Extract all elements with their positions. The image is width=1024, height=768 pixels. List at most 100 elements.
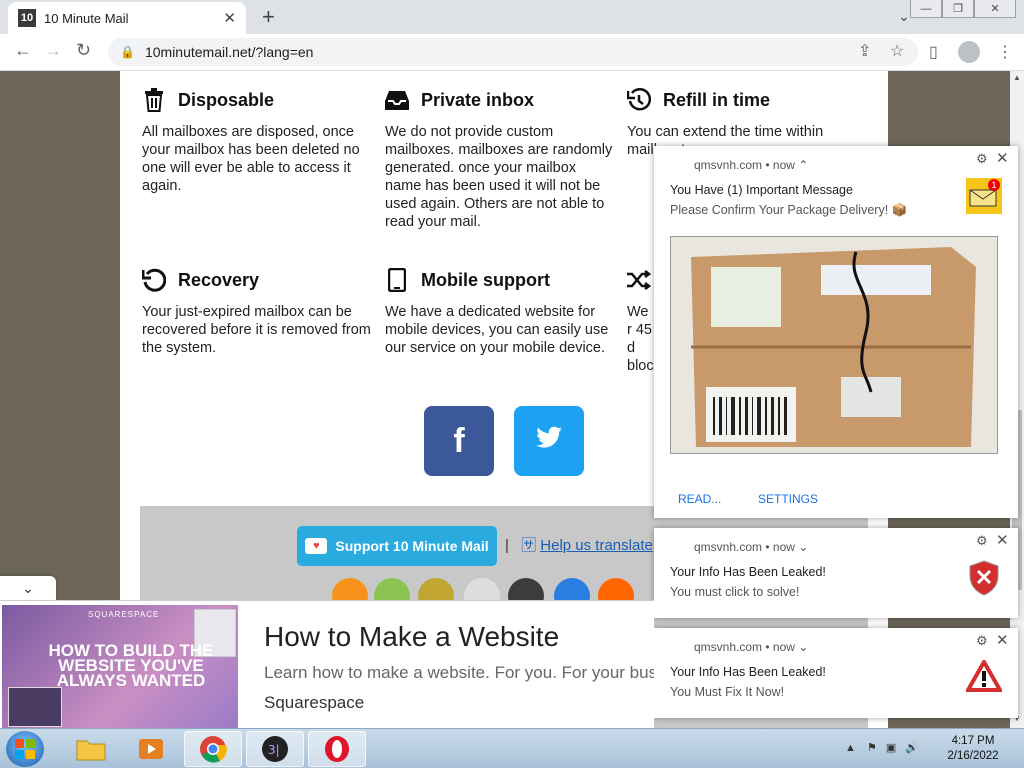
feature-text: All mailboxes are disposed, once your ma… — [142, 124, 360, 194]
warning-triangle-icon — [964, 657, 1004, 697]
notification-title: Your Info Has Been Leaked! — [670, 565, 826, 579]
help-translate-link[interactable]: Help us translate — [540, 537, 653, 554]
ad-image[interactable]: SQUARESPACE HOW TO BUILD THE WEBSITE YOU… — [2, 605, 238, 729]
windows-logo-icon — [15, 739, 35, 759]
ad-brand-logo: SQUARESPACE — [88, 610, 160, 619]
shuffle-icon — [627, 268, 651, 292]
window-controls: — ❐ ✕ — [910, 0, 1016, 18]
notification-settings-button[interactable]: SETTINGS — [758, 492, 818, 506]
package-photo — [670, 236, 998, 454]
feature-text: We r 45 d block — [627, 304, 661, 374]
notification-body: You Must Fix It Now! — [670, 685, 785, 699]
chrome-icon[interactable] — [184, 731, 242, 767]
network-icon[interactable]: ▣ — [886, 742, 896, 754]
ad-title[interactable]: How to Make a Website — [264, 621, 559, 653]
notification-source: qmsvnh.com • now ⌃ — [694, 158, 809, 172]
clock-time: 4:17 PM — [951, 735, 995, 747]
menu-kebab-icon[interactable]: ⋮ — [997, 42, 1013, 62]
address-bar[interactable]: 🔒 10minutemail.net/?lang=en — [108, 38, 918, 66]
windows-taskbar: 3| ▲ ⚑ ▣ 🔊 4:17 PM 2/16/2022 — [0, 728, 1024, 768]
tab-10-minute-mail[interactable]: 10 10 Minute Mail ✕ — [8, 2, 246, 34]
site-favicon: 10 — [18, 9, 36, 27]
notification-body: Please Confirm Your Package Delivery! 📦 — [670, 203, 908, 217]
tab-bar: 10 10 Minute Mail ✕ + ⌄ — ❐ ✕ — [0, 0, 1024, 34]
clock-date: 2/16/2022 — [947, 750, 999, 762]
app-shield-icon[interactable]: 3| — [246, 731, 304, 767]
system-tray: ▲ ⚑ ▣ 🔊 — [845, 741, 919, 754]
notification-title: Your Info Has Been Leaked! — [670, 665, 826, 679]
mail-envelope-icon: 1 — [966, 178, 1002, 214]
translate-icon: 🈂 — [521, 537, 537, 554]
feature-title: Refill in time — [663, 89, 771, 110]
mobile-icon — [385, 268, 409, 292]
share-icon[interactable]: ⇪ — [858, 41, 871, 61]
bookmark-star-icon[interactable]: ☆ — [890, 41, 904, 61]
back-arrow-icon[interactable]: ← — [14, 40, 32, 61]
feature-title: Private inbox — [421, 89, 535, 110]
ad-collapse-chevron-icon[interactable]: ⌄ — [0, 576, 56, 600]
tab-title: 10 Minute Mail — [44, 10, 129, 26]
media-player-icon[interactable] — [122, 731, 180, 767]
feature-title: Mobile support — [421, 269, 550, 290]
opera-icon[interactable] — [308, 731, 366, 767]
restore-button[interactable]: ❐ — [942, 0, 974, 18]
notification-title: You Have (1) Important Message — [670, 183, 853, 197]
new-tab-icon[interactable]: + — [262, 4, 275, 30]
side-panel-icon[interactable]: ▯ — [929, 42, 938, 62]
file-explorer-icon[interactable] — [62, 731, 120, 767]
twitter-bird-icon — [535, 424, 563, 458]
notification-body: You must click to solve! — [670, 585, 800, 599]
red-shield-x-icon — [968, 560, 1000, 601]
tab-close-icon[interactable]: ✕ — [223, 9, 236, 27]
twitter-share-button[interactable] — [514, 406, 584, 476]
inbox-icon — [385, 88, 409, 112]
notification-info-leaked[interactable]: qmsvnh.com • now ⌄ ⚙ ✕ Your Info Has Bee… — [654, 528, 1018, 618]
action-center-flag-icon[interactable]: ⚑ — [867, 742, 877, 754]
ad-advertiser: Squarespace — [264, 693, 365, 712]
profile-avatar[interactable] — [958, 41, 980, 63]
taskbar-clock[interactable]: 4:17 PM 2/16/2022 — [942, 734, 1004, 764]
window-close-button[interactable]: ✕ — [974, 0, 1016, 18]
facebook-share-button[interactable]: f — [424, 406, 494, 476]
support-button[interactable]: ♥ Support 10 Minute Mail — [297, 526, 497, 566]
notification-close-icon[interactable]: ✕ — [996, 531, 1009, 549]
ad-image-headline: HOW TO BUILD THE WEBSITE YOU'VE ALWAYS W… — [48, 641, 214, 690]
feature-disposable: Disposable All mailboxes are disposed, o… — [142, 86, 372, 195]
lock-icon[interactable]: 🔒 — [120, 45, 135, 59]
undo-icon — [142, 268, 166, 292]
feature-text: Your just-expired mailbox can be recover… — [142, 304, 371, 356]
browser-toolbar: ← → ↻ 🔒 10minutemail.net/?lang=en ⇪ ☆ ▯ … — [0, 34, 1024, 71]
notification-source: qmsvnh.com • now ⌄ — [694, 540, 809, 554]
notification-badge: 1 — [988, 179, 1000, 191]
notification-fix-now[interactable]: qmsvnh.com • now ⌄ ⚙ ✕ Your Info Has Bee… — [654, 628, 1018, 718]
support-label: Support 10 Minute Mail — [335, 538, 489, 554]
trash-icon — [142, 88, 166, 112]
notification-settings-gear-icon[interactable]: ⚙ — [976, 151, 988, 167]
tab-search-chevron-icon[interactable]: ⌄ — [898, 8, 910, 25]
svg-text:3|: 3| — [268, 743, 280, 757]
notification-close-icon[interactable]: ✕ — [996, 631, 1009, 649]
feature-text: We do not provide custom mailboxes. mail… — [385, 124, 613, 230]
url-text: 10minutemail.net/?lang=en — [144, 44, 314, 60]
volume-icon[interactable]: 🔊 — [905, 742, 919, 754]
feature-text: We have a dedicated website for mobile d… — [385, 304, 609, 356]
tray-expand-icon[interactable]: ▲ — [845, 742, 856, 754]
notification-source: qmsvnh.com • now ⌄ — [694, 640, 809, 654]
history-icon — [627, 88, 651, 112]
feature-title: Recovery — [178, 269, 260, 290]
notification-read-button[interactable]: READ... — [678, 492, 721, 506]
notification-settings-gear-icon[interactable]: ⚙ — [976, 633, 988, 649]
minimize-button[interactable]: — — [910, 0, 942, 18]
scroll-up-arrow-icon[interactable]: ▲ — [1013, 73, 1021, 82]
feature-title: Disposable — [178, 89, 275, 110]
feature-recovery: Recovery Your just-expired mailbox can b… — [142, 266, 372, 357]
notification-settings-gear-icon[interactable]: ⚙ — [976, 533, 988, 549]
squarespace-ad[interactable]: SQUARESPACE HOW TO BUILD THE WEBSITE YOU… — [0, 600, 654, 729]
reload-icon[interactable]: ↻ — [76, 40, 91, 61]
help-translate: | 🈂 Help us translate — [505, 534, 653, 555]
notification-package[interactable]: qmsvnh.com • now ⌃ ⚙ ✕ You Have (1) Impo… — [654, 146, 1018, 518]
start-button[interactable] — [6, 731, 44, 767]
forward-arrow-icon[interactable]: → — [44, 40, 62, 61]
feature-private-inbox: Private inbox We do not provide custom m… — [385, 86, 615, 231]
notification-close-icon[interactable]: ✕ — [996, 149, 1009, 167]
